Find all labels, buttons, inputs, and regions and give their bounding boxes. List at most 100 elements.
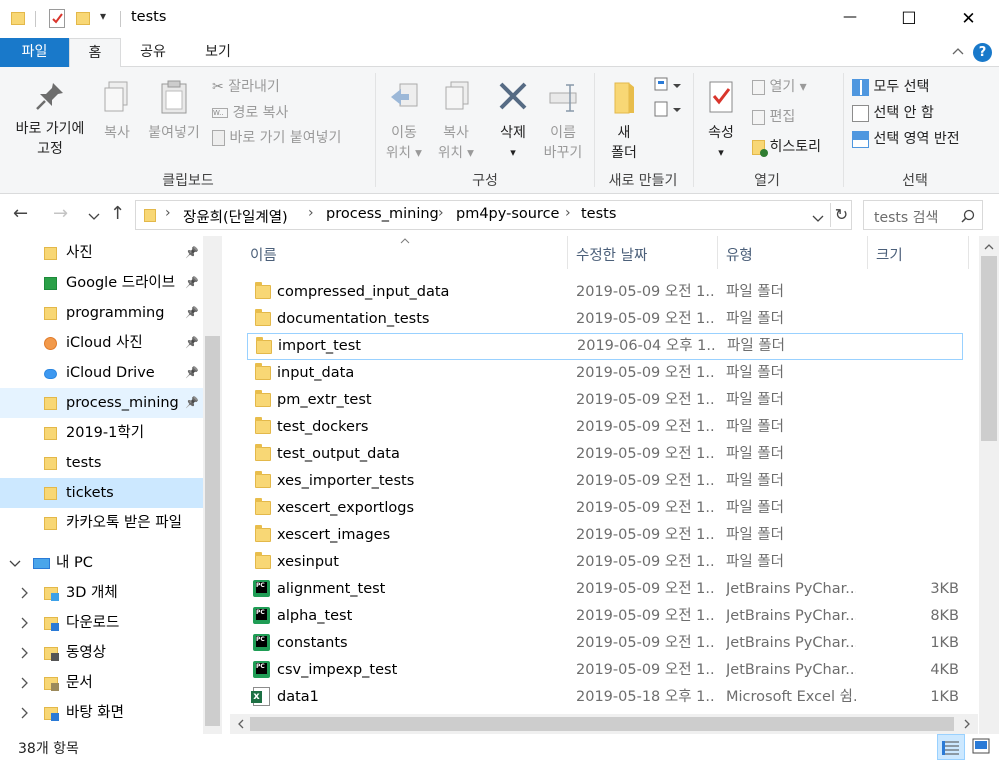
chevron-right-icon[interactable]	[21, 707, 29, 719]
qat-dropdown-icon[interactable]: ▾	[100, 9, 106, 23]
copy-path-button[interactable]: W.. 경로 복사	[212, 102, 288, 124]
history-button[interactable]: 히스토리	[752, 136, 821, 158]
nav-item[interactable]: tickets	[0, 478, 203, 508]
new-item-icon[interactable]	[653, 75, 683, 95]
details-view-button[interactable]	[937, 734, 965, 760]
move-to-button[interactable]: 이동 위치 ▾	[380, 79, 428, 163]
tab-share[interactable]: 공유	[124, 38, 182, 67]
file-row[interactable]: test_dockers 2019-05-09 오전 1... 파일 폴더	[247, 414, 963, 441]
nav-item[interactable]: 사진 📌	[0, 238, 203, 268]
file-row[interactable]: import_test 2019-06-04 오후 1... 파일 폴더	[247, 333, 963, 360]
tab-view[interactable]: 보기	[188, 38, 248, 67]
address-bar[interactable]: › 장윤희(단일계열) › process_mining › pm4py-sou…	[135, 200, 852, 230]
nav-item-pc-child[interactable]: 동영상	[0, 638, 203, 668]
column-divider[interactable]	[717, 236, 718, 269]
chevron-right-icon[interactable]	[21, 617, 29, 629]
column-divider[interactable]	[968, 236, 969, 269]
cut-button[interactable]: ✂ 잘라내기	[212, 76, 280, 98]
nav-item-pc-child[interactable]: 3D 개체	[0, 578, 203, 608]
nav-item[interactable]: process_mining 📌	[0, 388, 203, 418]
properties-qat-icon[interactable]	[49, 9, 65, 28]
back-button[interactable]: ←	[13, 203, 28, 224]
chevron-right-icon[interactable]	[21, 587, 29, 599]
column-header-date[interactable]: 수정한 날짜	[576, 244, 647, 265]
chevron-right-icon[interactable]	[21, 677, 29, 689]
forward-button[interactable]: →	[53, 203, 68, 224]
collapse-ribbon-icon[interactable]	[950, 42, 966, 60]
file-row[interactable]: data1 2019-05-18 오후 1... Microsoft Excel 쉼…	[247, 684, 963, 711]
vertical-scrollbar[interactable]	[979, 236, 999, 734]
vertical-scroll-thumb[interactable]	[981, 256, 997, 441]
invert-selection-button[interactable]: 선택 영역 반전	[852, 128, 960, 150]
address-dropdown-button[interactable]	[812, 211, 824, 227]
file-row[interactable]: input_data 2019-05-09 오전 1... 파일 폴더	[247, 360, 963, 387]
easy-access-icon[interactable]	[653, 99, 683, 119]
chevron-right-icon[interactable]	[21, 647, 29, 659]
open-button[interactable]: 열기 ▾	[752, 76, 807, 98]
new-folder-button[interactable]: 새 폴더	[600, 79, 648, 163]
tab-home[interactable]: 홈	[69, 38, 121, 68]
maximize-button[interactable]: ☐	[880, 0, 938, 38]
column-header-type[interactable]: 유형	[726, 244, 753, 265]
nav-item-pc-child[interactable]: 문서	[0, 668, 203, 698]
breadcrumb-item[interactable]: pm4py-source	[456, 206, 559, 222]
new-folder-qat-icon[interactable]	[76, 12, 90, 25]
nav-item[interactable]: 카카오톡 받은 파일	[0, 508, 203, 538]
nav-item-pc-child[interactable]: 다운로드	[0, 608, 203, 638]
scroll-left-icon[interactable]	[232, 714, 250, 734]
select-none-button[interactable]: 선택 안 함	[852, 102, 934, 124]
nav-scroll-thumb[interactable]	[205, 336, 220, 726]
scroll-up-icon[interactable]	[979, 238, 999, 256]
minimize-button[interactable]: —	[820, 0, 880, 38]
edit-button[interactable]: 편집	[752, 106, 795, 128]
large-icons-view-button[interactable]	[968, 734, 994, 760]
nav-item[interactable]: 2019-1학기	[0, 418, 203, 448]
column-header-name[interactable]: 이름	[250, 244, 277, 265]
nav-item[interactable]: iCloud Drive 📌	[0, 358, 203, 388]
paste-shortcut-button[interactable]: 바로 가기 붙여넣기	[212, 127, 341, 149]
file-row[interactable]: csv_impexp_test 2019-05-09 오전 1... JetBrai…	[247, 657, 963, 684]
help-icon[interactable]: ?	[973, 43, 992, 62]
nav-item-this-pc[interactable]: 내 PC	[0, 548, 203, 578]
file-row[interactable]: documentation_tests 2019-05-09 오전 1... 파일 …	[247, 306, 963, 333]
file-row[interactable]: xescert_exportlogs 2019-05-09 오전 1... 파일 폴…	[247, 495, 963, 522]
column-divider[interactable]	[867, 236, 868, 269]
file-row[interactable]: compressed_input_data 2019-05-09 오전 1... 파…	[247, 279, 963, 306]
scroll-right-icon[interactable]	[958, 714, 976, 734]
nav-item[interactable]: tests	[0, 448, 203, 478]
close-button[interactable]: ✕	[938, 0, 999, 38]
column-divider[interactable]	[567, 236, 568, 269]
nav-item-pc-child[interactable]: 바탕 화면	[0, 698, 203, 728]
pin-to-quick-access-button[interactable]: 바로 가기에 고정	[6, 79, 94, 159]
file-row[interactable]: alignment_test 2019-05-09 오전 1... JetBrain…	[247, 576, 963, 603]
file-row[interactable]: xesinput 2019-05-09 오전 1... 파일 폴더	[247, 549, 963, 576]
file-row[interactable]: xescert_images 2019-05-09 오전 1... 파일 폴더	[247, 522, 963, 549]
search-input[interactable]: tests 검색	[874, 207, 938, 227]
tab-file[interactable]: 파일	[0, 38, 69, 67]
file-row[interactable]: xes_importer_tests 2019-05-09 오전 1... 파일 폴…	[247, 468, 963, 495]
breadcrumb-item[interactable]: tests	[581, 206, 616, 222]
file-row[interactable]: pm_extr_test 2019-05-09 오전 1... 파일 폴더	[247, 387, 963, 414]
nav-item[interactable]: Google 드라이브 📌	[0, 268, 203, 298]
rename-button[interactable]: 이름 바꾸기	[538, 79, 588, 163]
nav-item[interactable]: iCloud 사진 📌	[0, 328, 203, 358]
file-row[interactable]: alpha_test 2019-05-09 오전 1... JetBrains Py…	[247, 603, 963, 630]
file-row[interactable]: constants 2019-05-09 오전 1... JetBrains PyC…	[247, 630, 963, 657]
breadcrumb-item[interactable]: process_mining	[326, 206, 439, 222]
select-all-button[interactable]: 모두 선택	[852, 76, 929, 98]
paste-button[interactable]: 붙여넣기	[142, 79, 206, 143]
copy-to-button[interactable]: 복사 위치 ▾	[432, 79, 480, 163]
refresh-button[interactable]: ↻	[830, 203, 852, 227]
search-box[interactable]: tests 검색	[863, 200, 983, 230]
recent-locations-button[interactable]	[88, 209, 100, 225]
nav-item[interactable]: programming 📌	[0, 298, 203, 328]
properties-button[interactable]: 속성 ▾	[698, 79, 744, 163]
nav-scrollbar[interactable]	[203, 236, 222, 734]
file-row[interactable]: test_output_data 2019-05-09 오전 1... 파일 폴더	[247, 441, 963, 468]
delete-button[interactable]: 삭제 ▾	[490, 79, 536, 163]
up-button[interactable]: ↑	[110, 203, 125, 224]
chevron-down-icon[interactable]	[9, 560, 21, 568]
horizontal-scroll-thumb[interactable]	[250, 717, 954, 731]
column-header-size[interactable]: 크기	[876, 244, 903, 265]
horizontal-scrollbar[interactable]	[230, 714, 978, 734]
